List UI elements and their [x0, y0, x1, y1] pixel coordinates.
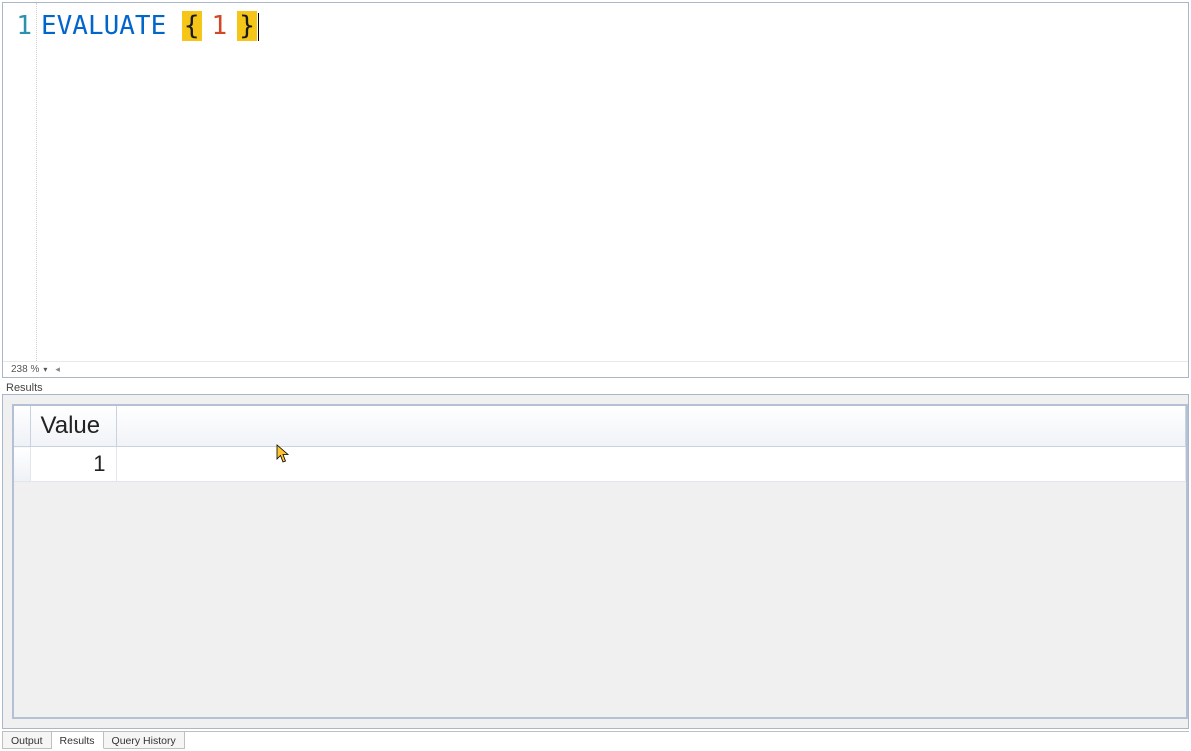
results-grid[interactable]: Value 1	[12, 404, 1188, 719]
zoom-bar: 238 % ▾ ◂	[3, 361, 1188, 377]
token-brace-close: }	[237, 11, 257, 41]
row-selector[interactable]	[14, 447, 30, 482]
table-header-row: Value	[14, 406, 1186, 447]
bottom-tab-strip: Output Results Query History	[2, 731, 1189, 749]
cell-value[interactable]: 1	[30, 447, 116, 482]
results-pane: Value 1	[2, 394, 1189, 729]
column-header-value[interactable]: Value	[30, 406, 116, 447]
zoom-level[interactable]: 238 %	[11, 364, 39, 375]
code-text[interactable]: EVALUATE {1}	[37, 3, 1188, 361]
code-editor[interactable]: 1 EVALUATE {1}	[3, 3, 1188, 361]
line-gutter: 1	[3, 3, 37, 361]
results-panel-title: Results	[0, 380, 1191, 394]
scroll-left-icon[interactable]: ◂	[55, 364, 60, 375]
column-header-empty	[116, 406, 1186, 447]
row-selector-header[interactable]	[14, 406, 30, 447]
token-brace-open: {	[182, 11, 202, 41]
cell-empty	[116, 447, 1186, 482]
tab-output[interactable]: Output	[2, 732, 52, 749]
results-table: Value 1	[14, 406, 1186, 482]
token-number: 1	[202, 11, 238, 41]
line-number: 1	[3, 11, 32, 41]
tab-query-history[interactable]: Query History	[104, 732, 185, 749]
table-row[interactable]: 1	[14, 447, 1186, 482]
editor-pane: 1 EVALUATE {1} 238 % ▾ ◂	[2, 2, 1189, 378]
text-caret	[258, 13, 259, 41]
token-keyword: EVALUATE	[41, 11, 166, 41]
chevron-down-icon[interactable]: ▾	[43, 365, 47, 374]
tab-results[interactable]: Results	[52, 732, 104, 749]
